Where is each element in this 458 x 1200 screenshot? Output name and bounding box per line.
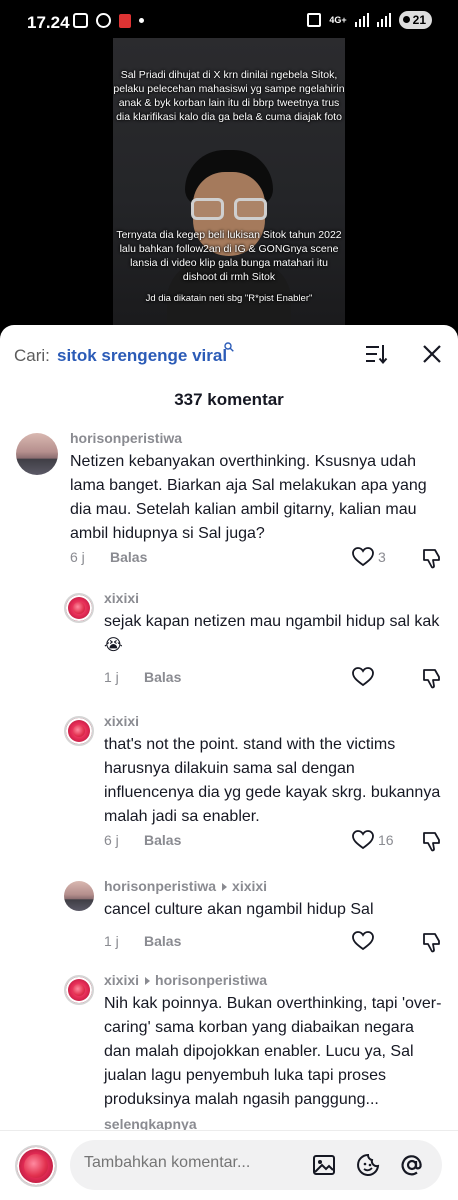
avatar[interactable]	[64, 881, 94, 911]
video-caption-middle: Ternyata dia kegep beli lukisan Sitok ta…	[116, 229, 342, 283]
video-caption-top: Sal Priadi dihujat di X krn dinilai ngeb…	[113, 69, 345, 123]
heart-icon	[352, 547, 374, 567]
like-button[interactable]: 3	[352, 547, 386, 567]
comment-time: 6 j	[104, 832, 119, 848]
like-count: 3	[378, 549, 386, 565]
comment-count: 337 komentar	[174, 390, 284, 409]
avatar[interactable]	[64, 716, 94, 746]
search-label: Cari:	[14, 346, 50, 365]
screen-record-icon	[73, 13, 88, 28]
dislike-icon[interactable]	[421, 830, 443, 852]
reply-arrow-icon	[145, 976, 151, 985]
signal-icon	[354, 13, 369, 27]
emoji-icon[interactable]	[356, 1153, 380, 1177]
close-icon[interactable]	[421, 343, 443, 365]
heart-icon	[352, 931, 374, 951]
avatar[interactable]	[64, 975, 94, 1005]
comment-time: 6 j	[70, 549, 85, 565]
mention-icon[interactable]	[400, 1153, 424, 1177]
reply-item: xixixi horisonperistiwa Nih kak poinnya. …	[0, 969, 458, 1132]
comment-text: Netizen kebanyakan overthinking. Ksusnya…	[70, 453, 427, 542]
avatar[interactable]	[16, 433, 58, 475]
comment-username[interactable]: horisonperistiwa	[104, 878, 216, 894]
reply-to-username[interactable]: horisonperistiwa	[155, 972, 267, 988]
comment-username[interactable]: horisonperistiwa	[70, 430, 182, 446]
network-type: 4G+	[329, 15, 347, 25]
like-button[interactable]: 16	[352, 830, 394, 850]
comment-input-container[interactable]	[70, 1140, 442, 1190]
comment-text: cancel culture akan ngambil hidup Sal	[104, 901, 374, 918]
reply-button[interactable]: Balas	[144, 669, 181, 685]
reply-item: xixixi that's not the point. stand with …	[0, 710, 458, 860]
reply-to-username[interactable]: xixixi	[232, 878, 267, 894]
comment-username[interactable]: xixixi	[104, 590, 139, 606]
comment-time: 1 j	[104, 669, 119, 685]
reply-button[interactable]: Balas	[144, 832, 181, 848]
glasses	[191, 198, 267, 220]
comment-text: that's not the point. stand with the vic…	[104, 736, 441, 825]
app-notification-icon	[119, 13, 131, 28]
reply-button[interactable]: Balas	[110, 549, 147, 565]
dislike-icon[interactable]	[421, 931, 443, 953]
avatar[interactable]	[64, 593, 94, 623]
comment-time: 1 j	[104, 933, 119, 949]
comment-item: horisonperistiwa Netizen kebanyakan over…	[0, 427, 458, 577]
comment-input-bar	[0, 1130, 458, 1200]
dislike-icon[interactable]	[421, 547, 443, 569]
comment-username[interactable]: xixixi	[104, 713, 139, 729]
heart-icon	[352, 830, 374, 850]
search-query-link[interactable]: sitok srengenge viral	[57, 346, 227, 366]
missed-call-icon	[96, 13, 111, 28]
heart-icon	[352, 667, 374, 687]
image-icon[interactable]	[312, 1153, 336, 1177]
reply-button[interactable]: Balas	[144, 933, 181, 949]
signal-2-icon	[376, 13, 391, 27]
search-icon	[224, 342, 234, 352]
like-button[interactable]	[352, 931, 374, 951]
comment-text-body: Nih kak poinnya. Bukan overthinking, tap…	[104, 995, 442, 1108]
video-caption-bottom: Jd dia dikatain neti sbg "R*pist Enabler…	[145, 293, 313, 304]
dislike-icon[interactable]	[421, 667, 443, 689]
like-count: 16	[378, 832, 394, 848]
more-notifications-icon	[139, 18, 144, 23]
comment-input[interactable]	[84, 1154, 284, 1172]
reply-item: xixixi sejak kapan netizen mau ngambil h…	[0, 587, 458, 697]
status-time: 17.24	[27, 13, 70, 32]
mute-icon	[307, 13, 322, 27]
search-row: Cari: sitok srengenge viral	[0, 325, 458, 383]
like-button[interactable]	[352, 667, 374, 687]
comment-text: Nih kak poinnya. Bukan overthinking, tap…	[104, 992, 444, 1137]
reply-arrow-icon	[222, 882, 228, 891]
battery-indicator: 21	[398, 11, 432, 29]
reply-item: horisonperistiwa xixixi cancel culture ak…	[0, 875, 458, 955]
comment-text: sejak kapan netizen mau ngambil hidup sa…	[104, 613, 440, 654]
comment-username[interactable]: xixixi	[104, 972, 139, 988]
video-player[interactable]: Sal Priadi dihujat di X krn dinilai ngeb…	[113, 38, 345, 330]
my-avatar[interactable]	[15, 1145, 57, 1187]
sort-icon[interactable]	[364, 343, 388, 365]
comments-sheet: Cari: sitok srengenge viral 337 komentar…	[0, 325, 458, 1200]
